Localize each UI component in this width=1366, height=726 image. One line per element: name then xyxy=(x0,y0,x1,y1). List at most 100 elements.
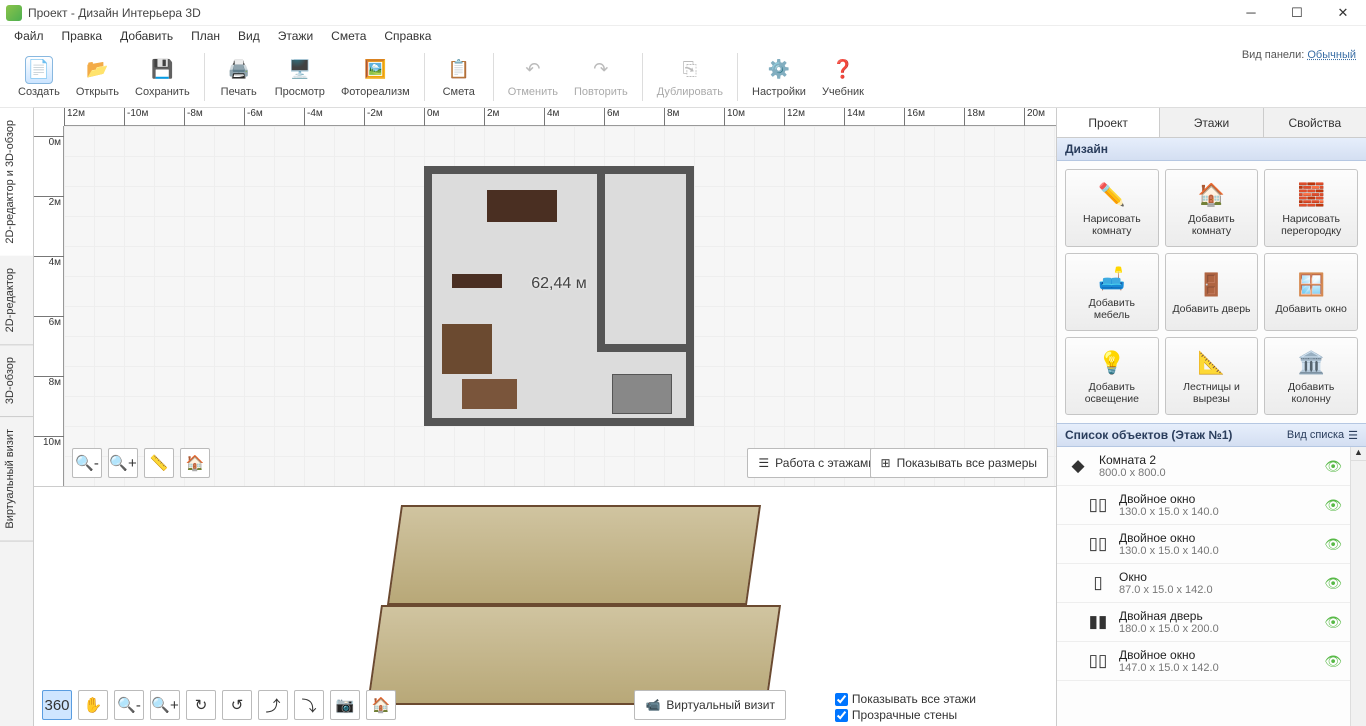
visibility-toggle[interactable]: 👁 xyxy=(1324,653,1342,670)
tilt-up-button[interactable]: ⤴ xyxy=(258,690,288,720)
layers-icon: ☰ xyxy=(758,456,769,470)
open-button[interactable]: 📂Открыть xyxy=(68,49,127,105)
vtab-1[interactable]: 2D-редактор xyxy=(0,256,33,345)
menu-План[interactable]: План xyxy=(183,27,228,45)
visibility-toggle[interactable]: 👁 xyxy=(1324,575,1342,592)
design-btn-6[interactable]: 💡Добавить освещение xyxy=(1065,337,1159,415)
menu-Смета[interactable]: Смета xyxy=(323,27,374,45)
canvas-2d[interactable]: 62,44 м 🔍- 🔍+ 📏 🏠 ☰ Работа с этажами ⊞ П… xyxy=(64,126,1056,486)
object-item-5[interactable]: ▯▯Двойное окно147.0 x 15.0 x 142.0👁 xyxy=(1057,642,1350,681)
object-list: ◆Комната 2800.0 x 800.0👁▯▯Двойное окно13… xyxy=(1057,447,1350,726)
titlebar: Проект - Дизайн Интерьера 3D ─ ☐ ✕ xyxy=(0,0,1366,26)
design-btn-0[interactable]: ✏️Нарисовать комнату xyxy=(1065,169,1159,247)
list-icon: ☰ xyxy=(1348,429,1358,442)
transparent-walls-checkbox[interactable]: Прозрачные стены xyxy=(835,708,976,722)
rotate-ccw-button[interactable]: ↺ xyxy=(222,690,252,720)
preview-button[interactable]: 🖥️Просмотр xyxy=(267,49,333,105)
panel-mode: Вид панели: Обычный xyxy=(1242,49,1356,61)
object-item-1[interactable]: ▯▯Двойное окно130.0 x 15.0 x 140.0👁 xyxy=(1057,486,1350,525)
zoom-out-button[interactable]: 🔍- xyxy=(72,448,102,478)
visibility-toggle[interactable]: 👁 xyxy=(1324,497,1342,514)
smeta-icon: 📋 xyxy=(445,56,473,84)
design-icon-7: 📐 xyxy=(1195,348,1227,378)
object-item-4[interactable]: ▮▮Двойная дверь180.0 x 15.0 x 200.0👁 xyxy=(1057,603,1350,642)
visibility-toggle[interactable]: 👁 xyxy=(1324,458,1342,475)
panel-mode-link[interactable]: Обычный xyxy=(1307,49,1356,61)
settings-icon: ⚙️ xyxy=(765,56,793,84)
undo-icon: ↶ xyxy=(519,56,547,84)
ruler-horizontal: 12м-10м-8м-6м-4м-2м0м2м4м6м8м10м12м14м16… xyxy=(64,108,1056,126)
open-icon: 📂 xyxy=(83,56,111,84)
rtab-Проект[interactable]: Проект xyxy=(1057,108,1160,137)
menu-Вид[interactable]: Вид xyxy=(230,27,268,45)
menu-Добавить[interactable]: Добавить xyxy=(112,27,181,45)
design-btn-4[interactable]: 🚪Добавить дверь xyxy=(1165,253,1259,331)
measure-button[interactable]: 📏 xyxy=(144,448,174,478)
menu-Этажи[interactable]: Этажи xyxy=(270,27,321,45)
design-btn-8[interactable]: 🏛️Добавить колонну xyxy=(1264,337,1358,415)
object-item-2[interactable]: ▯▯Двойное окно130.0 x 15.0 x 140.0👁 xyxy=(1057,525,1350,564)
view-tabs: 2D-редактор и 3D-обзор2D-редактор3D-обзо… xyxy=(0,108,34,726)
design-icon-0: ✏️ xyxy=(1096,180,1128,210)
create-icon: 📄 xyxy=(25,56,53,84)
rotate-cw-button[interactable]: ↻ xyxy=(186,690,216,720)
design-btn-2[interactable]: 🧱Нарисовать перегородку xyxy=(1264,169,1358,247)
tilt-down-button[interactable]: ⤵ xyxy=(294,690,324,720)
object-item-3[interactable]: ▯Окно87.0 x 15.0 x 142.0👁 xyxy=(1057,564,1350,603)
minimize-button[interactable]: ─ xyxy=(1228,0,1274,26)
design-btn-7[interactable]: 📐Лестницы и вырезы xyxy=(1165,337,1259,415)
menu-Правка[interactable]: Правка xyxy=(54,27,111,45)
design-icon-2: 🧱 xyxy=(1295,180,1327,210)
floor-plan[interactable]: 62,44 м xyxy=(424,166,694,426)
vtab-2[interactable]: 3D-обзор xyxy=(0,345,33,417)
home-button[interactable]: 🏠 xyxy=(180,448,210,478)
orbit-button[interactable]: 360 xyxy=(42,690,72,720)
pan-button[interactable]: ✋ xyxy=(78,690,108,720)
visibility-toggle[interactable]: 👁 xyxy=(1324,536,1342,553)
object-item-0[interactable]: ◆Комната 2800.0 x 800.0👁 xyxy=(1057,447,1350,486)
tutorial-icon: ❓ xyxy=(829,56,857,84)
zoom-in-3d-button[interactable]: 🔍+ xyxy=(150,690,180,720)
create-button[interactable]: 📄Создать xyxy=(10,49,68,105)
object-icon: ▯▯ xyxy=(1085,492,1111,518)
print-button[interactable]: 🖨️Печать xyxy=(211,49,267,105)
design-btn-1[interactable]: 🏠Добавить комнату xyxy=(1165,169,1259,247)
list-view-mode[interactable]: Вид списка ☰ xyxy=(1287,429,1358,442)
virtual-visit-button[interactable]: 📹 Виртуальный визит xyxy=(634,690,786,720)
close-button[interactable]: ✕ xyxy=(1320,0,1366,26)
smeta-button[interactable]: 📋Смета xyxy=(431,49,487,105)
floors-button[interactable]: ☰ Работа с этажами xyxy=(747,448,886,478)
settings-button[interactable]: ⚙️Настройки xyxy=(744,49,814,105)
scrollbar[interactable]: ▲ xyxy=(1350,447,1366,726)
menu-Справка[interactable]: Справка xyxy=(376,27,439,45)
rtab-Этажи[interactable]: Этажи xyxy=(1160,108,1263,137)
visibility-toggle[interactable]: 👁 xyxy=(1324,614,1342,631)
menu-Файл[interactable]: Файл xyxy=(6,27,52,45)
right-panel: ПроектЭтажиСвойства Дизайн ✏️Нарисовать … xyxy=(1056,108,1366,726)
vtab-3[interactable]: Виртуальный визит xyxy=(0,417,33,542)
show-all-floors-checkbox[interactable]: Показывать все этажи xyxy=(835,692,976,706)
object-icon: ▮▮ xyxy=(1085,609,1111,635)
design-icon-1: 🏠 xyxy=(1195,180,1227,210)
design-btn-5[interactable]: 🪟Добавить окно xyxy=(1264,253,1358,331)
photoreal-button[interactable]: 🖼️Фотореализм xyxy=(333,49,418,105)
house-3d-model[interactable] xyxy=(354,505,784,705)
tutorial-button[interactable]: ❓Учебник xyxy=(814,49,872,105)
snapshot-button[interactable]: 📷 xyxy=(330,690,360,720)
right-tabs: ПроектЭтажиСвойства xyxy=(1057,108,1366,138)
zoom-out-3d-button[interactable]: 🔍- xyxy=(114,690,144,720)
camera-icon: 📹 xyxy=(645,698,660,712)
vtab-0[interactable]: 2D-редактор и 3D-обзор xyxy=(0,108,33,256)
design-icon-6: 💡 xyxy=(1096,348,1128,378)
zoom-in-button[interactable]: 🔍+ xyxy=(108,448,138,478)
home-3d-button[interactable]: 🏠 xyxy=(366,690,396,720)
design-icon-4: 🚪 xyxy=(1195,270,1227,300)
print-icon: 🖨️ xyxy=(225,56,253,84)
show-all-dims-button[interactable]: ⊞ Показывать все размеры xyxy=(870,448,1048,478)
rtab-Свойства[interactable]: Свойства xyxy=(1264,108,1366,137)
maximize-button[interactable]: ☐ xyxy=(1274,0,1320,26)
design-tools-grid: ✏️Нарисовать комнату🏠Добавить комнату🧱На… xyxy=(1057,161,1366,423)
design-btn-3[interactable]: 🛋️Добавить мебель xyxy=(1065,253,1159,331)
save-button[interactable]: 💾Сохранить xyxy=(127,49,198,105)
canvas-3d[interactable]: 360 ✋ 🔍- 🔍+ ↻ ↺ ⤴ ⤵ 📷 🏠 Показывать все э… xyxy=(34,486,1056,726)
